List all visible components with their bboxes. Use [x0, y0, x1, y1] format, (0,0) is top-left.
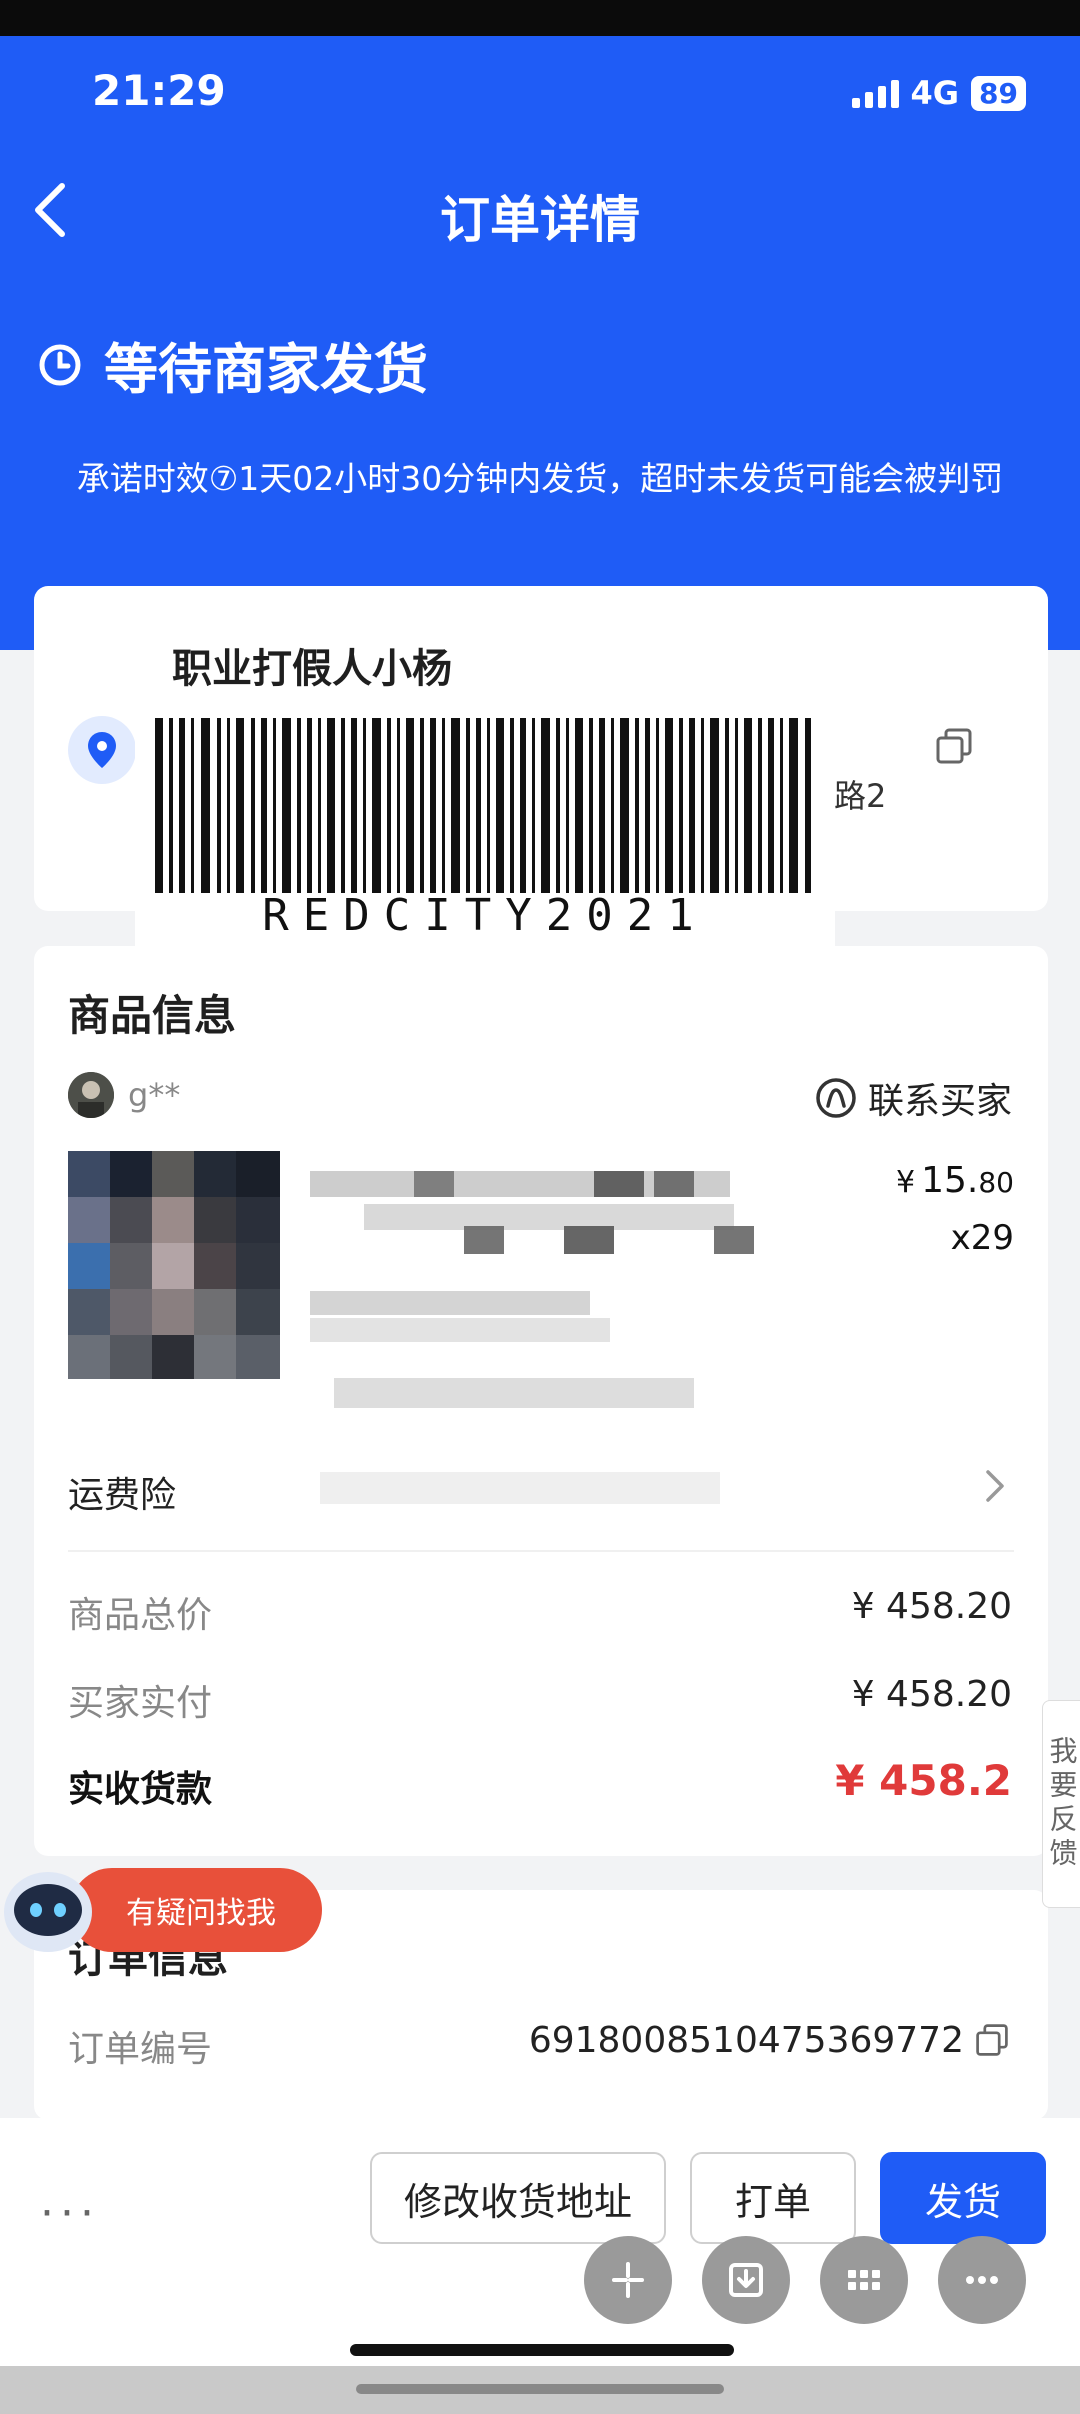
tool-button-1[interactable] — [584, 2236, 672, 2324]
received-value: ¥ 458.2 — [835, 1756, 1012, 1805]
home-indicator — [350, 2344, 734, 2356]
clock-icon — [39, 344, 81, 385]
help-bubble: 有疑问找我 — [70, 1868, 322, 1952]
help-assistant[interactable]: 有疑问找我 — [0, 1862, 326, 1962]
robot-icon — [4, 1872, 92, 1952]
goods-total-value: ¥ 458.20 — [851, 1586, 1012, 1627]
goods-info-card: 商品信息 g** 联系买家 ¥15.80 x29 运费险 商品总价 ¥ 458.… — [34, 946, 1048, 1856]
product-thumbnail[interactable] — [68, 1151, 280, 1379]
seller-row: g** — [68, 1072, 180, 1118]
grid-icon — [848, 2270, 880, 2290]
headset-icon — [816, 1078, 856, 1118]
page-title: 订单详情 — [440, 191, 640, 249]
more-options-button[interactable]: ··· — [40, 2188, 100, 2239]
barcode-overlay: REDCITY2021 — [135, 700, 835, 950]
status-time: 21:29 — [92, 66, 226, 115]
location-pin-icon — [68, 716, 136, 784]
order-status-title: 等待商家发货 — [104, 338, 428, 401]
address-text: 路2 — [834, 777, 887, 815]
feedback-tab[interactable]: 我要反馈 — [1042, 1700, 1080, 1908]
receiver-name: 职业打假人小杨 — [172, 646, 452, 692]
ship-button[interactable]: 发货 — [880, 2152, 1046, 2244]
divider — [68, 1550, 1014, 1552]
goods-section-title: 商品信息 — [68, 991, 237, 1040]
copy-icon[interactable] — [974, 2022, 1010, 2058]
modify-address-button[interactable]: 修改收货地址 — [370, 2152, 666, 2244]
seller-avatar — [68, 1072, 114, 1118]
delivery-promise-text: 承诺时效⑦1天02小时30分钟内发货，超时未发货可能会被判罚 — [76, 459, 1004, 498]
unit-price: ¥15.80 — [896, 1160, 1014, 1201]
download-icon — [729, 2263, 763, 2297]
battery-level: 89 — [971, 75, 1026, 111]
buyer-paid-value: ¥ 458.20 — [851, 1674, 1012, 1715]
received-label: 实收货款 — [68, 1769, 213, 1810]
buyer-paid-label: 买家实付 — [68, 1683, 213, 1724]
quantity: x29 — [950, 1218, 1014, 1258]
order-number-value: 6918008510475369772 — [528, 2020, 964, 2061]
seller-name: g** — [128, 1076, 181, 1114]
shipping-insurance-value-blurred — [320, 1472, 720, 1504]
goods-total-label: 商品总价 — [68, 1595, 213, 1636]
signal-icon — [851, 78, 899, 108]
feedback-label: 我要反馈 — [1045, 1736, 1079, 1872]
tool-button-4[interactable] — [938, 2236, 1026, 2324]
barcode-text: REDCITY2021 — [262, 890, 708, 941]
tool-button-3[interactable] — [820, 2236, 908, 2324]
bottom-gesture-strip — [0, 2366, 1080, 2414]
print-button[interactable]: 打单 — [690, 2152, 856, 2244]
contact-buyer-button[interactable]: 联系买家 — [814, 1072, 1012, 1124]
chevron-right-icon[interactable] — [984, 1466, 1006, 1516]
contact-buyer-label: 联系买家 — [867, 1081, 1012, 1122]
tool-button-2[interactable] — [702, 2236, 790, 2324]
order-status-row: 等待商家发货 — [38, 325, 428, 404]
sparkle-icon — [612, 2262, 644, 2298]
ellipsis-icon — [966, 2276, 998, 2284]
copy-icon[interactable] — [934, 726, 974, 766]
network-type: 4G — [910, 74, 960, 112]
barcode-image — [155, 718, 811, 893]
top-black-strip — [0, 0, 1080, 36]
order-number-label: 订单编号 — [68, 2029, 213, 2070]
shipping-insurance-label[interactable]: 运费险 — [68, 1466, 176, 1518]
status-indicators: 4G 89 — [851, 74, 1026, 112]
